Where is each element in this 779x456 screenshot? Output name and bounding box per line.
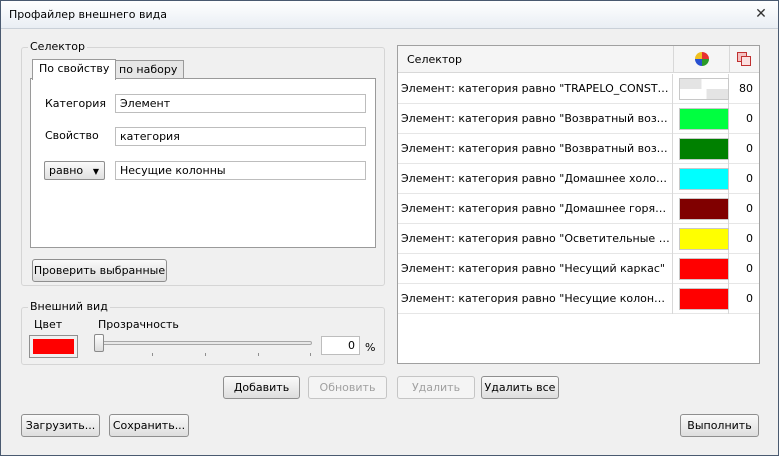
column-header-color[interactable] <box>674 46 730 73</box>
column-header-transparency[interactable] <box>730 46 759 73</box>
row-color-cell <box>674 134 729 164</box>
category-label: Категория <box>45 97 106 110</box>
row-color-cell <box>674 164 729 194</box>
condition-value-field[interactable]: Несущие колонны <box>115 161 366 180</box>
delete-all-button[interactable]: Удалить все <box>481 376 559 399</box>
table-row[interactable]: Элемент: категория равно "Возвратный воз… <box>398 104 759 134</box>
run-button[interactable]: Выполнить <box>680 414 759 437</box>
row-selector-text: Элемент: категория равно "Несущие колонн… <box>401 284 673 314</box>
appearance-profiler-window: Профайлер внешнего вида ✕ Селектор По св… <box>0 0 779 456</box>
add-button[interactable]: Добавить <box>223 376 300 399</box>
table-row[interactable]: Элемент: категория равно "Несущие колонн… <box>398 284 759 314</box>
table-row[interactable]: Элемент: категория равно "Домашнее горяч… <box>398 194 759 224</box>
transparency-slider-thumb[interactable] <box>94 334 104 352</box>
transparency-icon <box>737 52 751 66</box>
update-button[interactable]: Обновить <box>308 376 387 399</box>
load-button[interactable]: Загрузить... <box>21 414 100 437</box>
category-field[interactable]: Элемент <box>115 94 366 113</box>
row-selector-text: Элемент: категория равно "Несущий каркас… <box>401 254 673 284</box>
row-transparency-value: 0 <box>746 262 753 275</box>
row-selector-text: Элемент: категория равно "Осветительные … <box>401 224 673 254</box>
row-color-swatch <box>679 288 729 310</box>
row-selector-text: Элемент: категория равно "TRAPELO_CONST1… <box>401 74 673 104</box>
check-selected-button[interactable]: Проверить выбранные <box>32 259 167 282</box>
table-row[interactable]: Элемент: категория равно "Возвратный воз… <box>398 134 759 164</box>
tab-by-property[interactable]: По свойству <box>32 59 117 80</box>
transparency-input[interactable]: 0 <box>321 336 360 355</box>
transparency-label: Прозрачность <box>98 318 179 331</box>
row-selector-text: Элемент: категория равно "Возвратный воз… <box>401 134 673 164</box>
row-transparency-value: 80 <box>739 82 753 95</box>
row-color-swatch <box>679 78 729 100</box>
selector-group-legend: Селектор <box>28 40 88 53</box>
row-transparency-value: 0 <box>746 232 753 245</box>
operator-value: равно <box>49 164 84 177</box>
row-color-swatch <box>679 198 729 220</box>
color-swatch <box>33 339 74 354</box>
row-transparency-value: 0 <box>746 202 753 215</box>
row-transparency-value: 0 <box>746 112 753 125</box>
row-transparency-value: 0 <box>746 142 753 155</box>
color-label: Цвет <box>34 318 63 331</box>
property-label: Свойство <box>45 129 99 142</box>
table-row[interactable]: Элемент: категория равно "Несущий каркас… <box>398 254 759 284</box>
row-color-swatch <box>679 108 729 130</box>
row-selector-text: Элемент: категория равно "Домашнее холод… <box>401 164 673 194</box>
operator-dropdown[interactable]: равно ▼ <box>44 161 105 180</box>
row-transparency-value: 0 <box>746 172 753 185</box>
profiles-table: Селектор Элемент: категория равно "TRAPE… <box>397 45 760 364</box>
row-color-cell <box>674 104 729 134</box>
row-transparency-value: 0 <box>746 292 753 305</box>
window-title: Профайлер внешнего вида <box>9 8 168 21</box>
title-bar: Профайлер внешнего вида ✕ <box>1 1 778 29</box>
slider-tick <box>152 353 153 356</box>
table-row[interactable]: Элемент: категория равно "TRAPELO_CONST1… <box>398 74 759 104</box>
table-header: Селектор <box>398 46 759 73</box>
row-color-cell <box>674 254 729 284</box>
table-row[interactable]: Элемент: категория равно "Домашнее холод… <box>398 164 759 194</box>
slider-tick <box>310 353 311 356</box>
row-color-cell <box>674 224 729 254</box>
row-color-swatch <box>679 258 729 280</box>
row-color-swatch <box>679 228 729 250</box>
row-selector-text: Элемент: категория равно "Возвратный воз… <box>401 104 673 134</box>
slider-tick <box>205 353 206 356</box>
row-color-swatch <box>679 168 729 190</box>
color-wheel-icon <box>695 52 709 66</box>
transparency-slider-track[interactable] <box>96 341 312 345</box>
save-button[interactable]: Сохранить... <box>109 414 189 437</box>
chevron-down-icon: ▼ <box>92 167 99 176</box>
row-color-cell <box>674 194 729 224</box>
color-picker-button[interactable] <box>29 335 78 358</box>
tab-by-set[interactable]: по набору <box>112 60 185 79</box>
property-field[interactable]: категория <box>115 127 366 146</box>
row-color-cell <box>674 74 729 104</box>
delete-button[interactable]: Удалить <box>397 376 475 399</box>
close-icon[interactable]: ✕ <box>751 5 771 23</box>
slider-tick <box>258 353 259 356</box>
table-row[interactable]: Элемент: категория равно "Осветительные … <box>398 224 759 254</box>
row-selector-text: Элемент: категория равно "Домашнее горяч… <box>401 194 673 224</box>
column-header-selector[interactable]: Селектор <box>398 46 674 73</box>
row-color-cell <box>674 284 729 314</box>
percent-label: % <box>365 341 376 354</box>
appearance-group-legend: Внешний вид <box>28 300 110 313</box>
row-color-swatch <box>679 138 729 160</box>
